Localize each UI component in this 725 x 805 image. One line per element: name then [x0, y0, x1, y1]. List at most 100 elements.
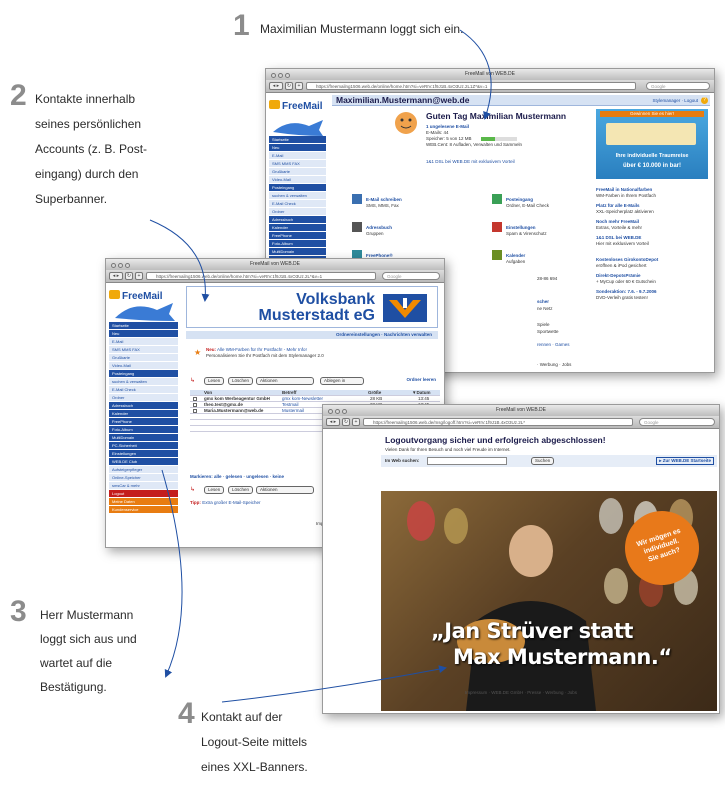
row-checkbox[interactable]	[193, 409, 197, 413]
sidebar-item-fotoalbum[interactable]: Foto-Album	[269, 240, 326, 247]
read-button-bottom[interactable]: Lesen	[204, 486, 225, 494]
sidebar-item-fotoalbum[interactable]: Foto-Album	[109, 426, 178, 433]
add-bookmark-button[interactable]: +	[135, 272, 143, 280]
sidebar-item-pcsicherheit[interactable]: PC-Sicherheit	[109, 442, 178, 449]
sidebar-item-startseite[interactable]: Startseite	[109, 322, 178, 329]
news-headline[interactable]: Alle WM-Farben für Ihr Postfach! - Mehr …	[217, 347, 307, 352]
sidebar-item-webdeclub[interactable]: WEB.DE Club	[109, 458, 178, 465]
feature-write[interactable]: E-Mail schreiben SMS, MMS, Fax	[352, 194, 402, 212]
sidebar-item-adressbuch[interactable]: Adressbuch	[269, 216, 326, 223]
add-bookmark-button[interactable]: +	[295, 82, 303, 90]
sidebar-item-neu[interactable]: Neu	[269, 144, 326, 151]
url-bar[interactable]: https://freemailng1506.web.de/msg/logoff…	[363, 418, 633, 426]
promo-3[interactable]: Noch mehr FreeMail Extras, Vorteile & meh…	[596, 219, 708, 231]
startpage-link[interactable]: ▸ Zur WEB.DE Startseite	[656, 457, 714, 465]
sidebar-item-ordner[interactable]: Ordner	[269, 208, 326, 215]
sidebar-item-grusskarte[interactable]: Grußkarte	[109, 354, 178, 361]
dsl-link[interactable]: 1&1 DSL bei WEB.DE mit exklusivem Vortei…	[426, 159, 515, 165]
sidebar-item-multidomain[interactable]: MultiDomain	[109, 434, 178, 441]
web-search-input[interactable]	[427, 457, 507, 465]
reload-button[interactable]: ↻	[125, 272, 133, 280]
step-1: 1 Maximilian Mustermann loggt sich ein.	[233, 10, 533, 40]
sidebar-item-multidomain[interactable]: MultiDomain	[269, 248, 326, 255]
search-box[interactable]: Google	[639, 418, 715, 426]
back-forward-button[interactable]: ◂ ▸	[326, 418, 340, 426]
actions-select[interactable]: Aktionen	[256, 377, 314, 385]
sidebar-item-startseite[interactable]: Startseite	[269, 136, 326, 143]
reload-button[interactable]: ↻	[342, 418, 350, 426]
freemail-logo[interactable]: FreeMail	[109, 286, 178, 302]
mark-links[interactable]: Markieren: alle · gelesen · ungelesen · …	[190, 474, 284, 480]
reload-button[interactable]: ↻	[285, 82, 293, 90]
sidebar-item-adressbuch[interactable]: Adressbuch	[109, 402, 178, 409]
row-checkbox[interactable]	[193, 397, 197, 401]
promo-4[interactable]: 1&1 DSL bei WEB.DE Hier mit exklusivem Vo…	[596, 235, 708, 247]
sidebar-item-neu[interactable]: Neu	[109, 330, 178, 337]
sidebar-item-emailcheck[interactable]: E-Mail Check	[269, 200, 326, 207]
sidebar-item-email[interactable]: E-Mail	[109, 338, 178, 345]
sidebar-item-kalender[interactable]: Kalender	[109, 410, 178, 417]
sidebar-item-freephone[interactable]: FreePhone	[109, 418, 178, 425]
back-forward-button[interactable]: ◂ ▸	[269, 82, 283, 90]
header-links[interactable]: Stylemanager · Logout	[652, 95, 698, 106]
web-search-button[interactable]: Suchen	[531, 457, 555, 465]
logo-fish	[269, 118, 326, 136]
help-icon[interactable]: ?	[701, 97, 708, 104]
sidebar-item-email[interactable]: E-Mail	[269, 152, 326, 159]
promo-6[interactable]: Direkt-DepotsPrämie + MyCup oder 60 € Gut…	[596, 273, 708, 285]
sidebar-item-sms[interactable]: SMS MMS FAX	[269, 160, 326, 167]
sidebar-item-aufsteiger[interactable]: Aufsteigerpfleger	[109, 466, 178, 473]
url-bar[interactable]: https://freemailng1506.web.de/online/hom…	[306, 82, 636, 90]
sidebar-item-smscar[interactable]: smsCar & mehr	[109, 482, 178, 489]
step-4-line3: eines XXL-Banners.	[201, 760, 308, 774]
tip-link[interactable]: Extra großer E-Mail-Speicher	[202, 500, 260, 505]
empty-folder-link[interactable]: Ordner leeren	[406, 377, 436, 383]
sidebar-item-videomail[interactable]: Video-Mail	[269, 176, 326, 183]
row-checkbox[interactable]	[193, 403, 197, 407]
sidebar-item-grusskarte[interactable]: Grußkarte	[269, 168, 326, 175]
sidebar-item-ordner[interactable]: Ordner	[109, 394, 178, 401]
travel-banner[interactable]: Gewinnen Sie es hier! Ihre individuelle …	[596, 109, 708, 179]
fish-mascot-icon	[115, 303, 175, 321]
back-forward-button[interactable]: ◂ ▸	[109, 272, 123, 280]
freemail-logo[interactable]: FreeMail	[269, 96, 326, 118]
sidebar-item-einstellungen[interactable]: Einstellungen	[109, 450, 178, 457]
delete-button-bottom[interactable]: Löschen	[228, 486, 254, 494]
feature-addressbook[interactable]: Adressbuch Gruppen	[352, 222, 392, 240]
promo-7[interactable]: Sonderaktion: 7.6. - 9.7.2006 DVD-Verleih…	[596, 289, 708, 301]
folder-links[interactable]: Ordnereinstellungen · Nachrichten verwal…	[336, 331, 432, 339]
delete-button[interactable]: Löschen	[228, 377, 254, 385]
sidebar-item-suchen[interactable]: suchen & verwalten	[109, 378, 178, 385]
search-box[interactable]: Google	[646, 82, 710, 90]
feature-inbox[interactable]: Posteingang Ordner, E-Mail Check	[492, 194, 549, 212]
sidebar-item-posteingang[interactable]: Posteingang	[269, 184, 326, 191]
search-box[interactable]: Google	[382, 272, 440, 280]
sidebar-item-onlinespeicher[interactable]: Online-Speicher	[109, 474, 178, 481]
sidebar-item-meinedaten[interactable]: Meine Daten	[109, 498, 178, 505]
sidebar-item-kundenservice[interactable]: Kundenservice	[109, 506, 178, 513]
move-to-select[interactable]: Ablegen in	[320, 377, 364, 385]
feature-settings[interactable]: Einstellungen Spam & Virenschutz	[492, 222, 547, 240]
sidebar-item-videomail[interactable]: Video-Mail	[109, 362, 178, 369]
xxl-banner[interactable]: Wir mögen es individuell. Sie auch? „Jan…	[381, 491, 717, 711]
sidebar-item-freephone[interactable]: FreePhone	[269, 232, 326, 239]
volksbank-superbanner[interactable]: Volksbank Musterstadt eG	[186, 286, 438, 328]
sidebar-item-suchen[interactable]: suchen & verwalten	[269, 192, 326, 199]
sidebar-item-sms[interactable]: SMS MMS FAX	[109, 346, 178, 353]
actions-select-bottom[interactable]: Aktionen	[256, 486, 314, 494]
url-bar[interactable]: https://freemailng1506.web.de/online/hom…	[146, 272, 376, 280]
read-button[interactable]: Lesen	[204, 377, 225, 385]
sidebar-item-posteingang[interactable]: Posteingang	[109, 370, 178, 377]
promo-5[interactable]: Kostenloses GirokontoDepot eröffnen & iPo…	[596, 257, 708, 269]
partial-text-7[interactable]: · Werbung · Jobs	[537, 362, 571, 368]
feature-calendar[interactable]: Kalender Aufgaben	[492, 250, 525, 268]
promo-2[interactable]: Platz für alle E-Mails XXL-Speicherplatz …	[596, 203, 708, 215]
promo-1[interactable]: FreeMail in Nationalfarben WM-Farben in I…	[596, 187, 708, 199]
add-bookmark-button[interactable]: +	[352, 418, 360, 426]
logout-footer-visible[interactable]: Impressum · WEB.DE GmbH · Presse · Werbu…	[322, 690, 720, 696]
sidebar-item-emailcheck[interactable]: E-Mail Check	[109, 386, 178, 393]
sidebar-item-logout[interactable]: Logout	[109, 490, 178, 497]
partial-text-6[interactable]: rennen · Games	[537, 342, 570, 348]
sidebar-item-kalender[interactable]: Kalender	[269, 224, 326, 231]
account-header: Maximilian.Mustermann@web.de Stylemanage…	[332, 95, 710, 106]
